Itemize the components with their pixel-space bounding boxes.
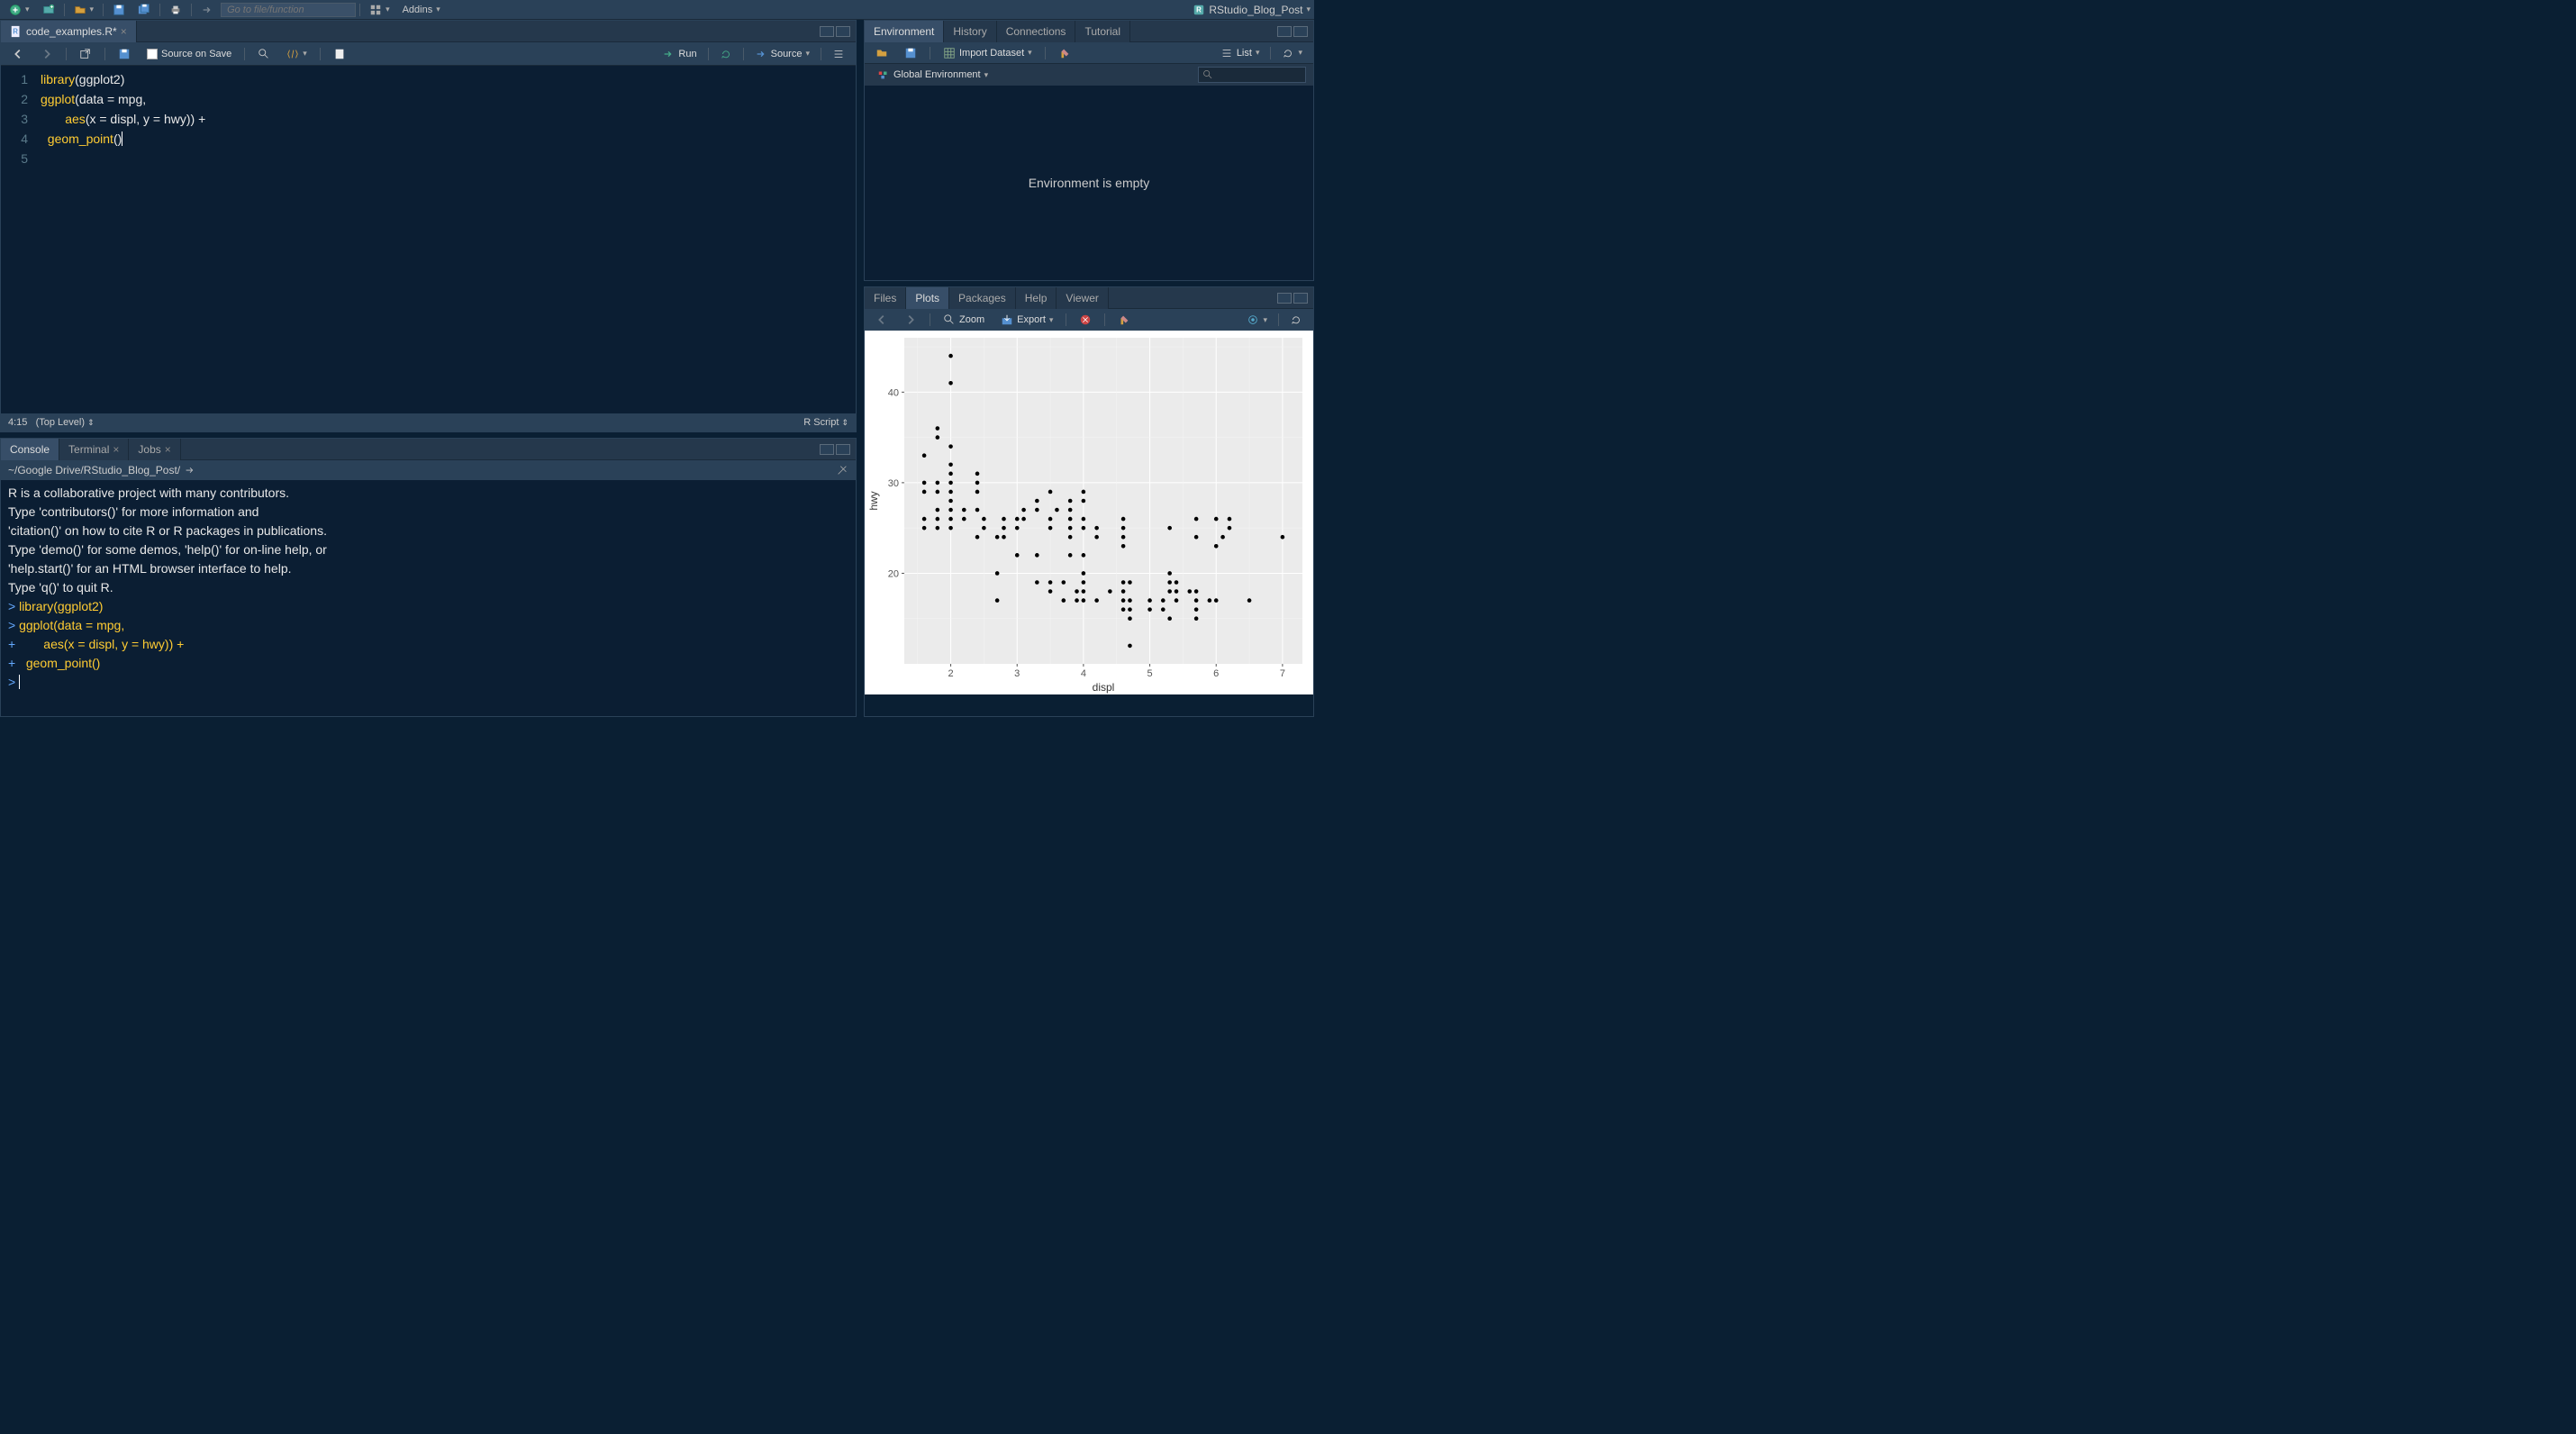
svg-text:7: 7 bbox=[1280, 668, 1285, 679]
goto-wd-icon[interactable] bbox=[184, 464, 196, 476]
svg-text:20: 20 bbox=[888, 568, 899, 579]
save-source-button[interactable] bbox=[113, 46, 136, 62]
tab-console[interactable]: Console bbox=[1, 439, 59, 460]
next-plot-button[interactable] bbox=[899, 312, 922, 328]
source-pane: R code_examples.R* × Source on Save bbox=[0, 20, 857, 432]
tab-history[interactable]: History bbox=[944, 21, 996, 42]
maximize-button[interactable] bbox=[1293, 26, 1308, 37]
source-tab[interactable]: R code_examples.R* × bbox=[1, 21, 137, 42]
env-scope-bar: Global Environment ▾ bbox=[865, 64, 1313, 86]
environment-pane: Environment History Connections Tutorial… bbox=[864, 20, 1314, 281]
addins-button[interactable]: Addins ▾ bbox=[397, 2, 446, 18]
goto-input[interactable] bbox=[221, 3, 356, 17]
console-path: ~/Google Drive/RStudio_Blog_Post/ bbox=[1, 460, 856, 480]
tab-connections[interactable]: Connections bbox=[997, 21, 1076, 42]
svg-text:5: 5 bbox=[1147, 668, 1153, 679]
rerun-button[interactable] bbox=[714, 46, 738, 62]
source-tabbar: R code_examples.R* × bbox=[1, 21, 856, 42]
svg-text:2: 2 bbox=[948, 668, 954, 679]
env-search[interactable] bbox=[1198, 67, 1306, 83]
cursor-position: 4:15 bbox=[8, 417, 27, 428]
tab-terminal[interactable]: Terminal × bbox=[59, 439, 129, 460]
maximize-button[interactable] bbox=[836, 444, 850, 455]
source-button[interactable]: Source ▾ bbox=[749, 46, 815, 62]
scope-label[interactable]: (Top Level) bbox=[36, 417, 85, 428]
close-tab-icon[interactable]: × bbox=[121, 25, 127, 38]
list-view-button[interactable]: List ▾ bbox=[1215, 45, 1265, 61]
project-menu[interactable]: R RStudio_Blog_Post ▾ bbox=[1193, 4, 1311, 16]
find-button[interactable] bbox=[252, 46, 276, 62]
svg-text:3: 3 bbox=[1014, 668, 1020, 679]
tab-help[interactable]: Help bbox=[1016, 287, 1057, 309]
publish-plot-button[interactable]: ▾ bbox=[1241, 312, 1273, 328]
forward-button[interactable] bbox=[35, 46, 59, 62]
compile-report-button[interactable] bbox=[328, 46, 351, 62]
rscript-icon: R bbox=[10, 25, 23, 38]
code-editor[interactable]: 12345 library(ggplot2) ggplot(data = mpg… bbox=[1, 66, 856, 413]
tab-tutorial[interactable]: Tutorial bbox=[1075, 21, 1130, 42]
console-tabbar: Console Terminal × Jobs × bbox=[1, 439, 856, 460]
plot-canvas: 2 3 4 5 6 7 20 30 40 displ hwy bbox=[865, 331, 1313, 694]
lang-label[interactable]: R Script bbox=[803, 417, 839, 428]
zoom-button[interactable]: Zoom bbox=[938, 312, 990, 328]
source-statusbar: 4:15 (Top Level) ⇕ R Script ⇕ bbox=[1, 413, 856, 431]
env-body: Environment is empty bbox=[865, 86, 1313, 280]
tab-packages[interactable]: Packages bbox=[949, 287, 1016, 309]
import-dataset-button[interactable]: Import Dataset ▾ bbox=[938, 45, 1038, 61]
export-button[interactable]: Export ▾ bbox=[995, 312, 1058, 328]
save-workspace-button[interactable] bbox=[899, 45, 922, 61]
minimize-button[interactable] bbox=[1277, 26, 1292, 37]
main-toolbar: ▾ ▾ ▾ Addins ▾ R RStudio_Blog_Post ▾ bbox=[0, 0, 1314, 20]
tab-viewer[interactable]: Viewer bbox=[1057, 287, 1108, 309]
tab-jobs[interactable]: Jobs × bbox=[129, 439, 180, 460]
goto-button[interactable] bbox=[195, 2, 219, 18]
show-in-new-window-button[interactable] bbox=[74, 46, 97, 62]
tab-files[interactable]: Files bbox=[865, 287, 906, 309]
source-tab-label: code_examples.R* bbox=[26, 25, 117, 38]
svg-text:4: 4 bbox=[1081, 668, 1086, 679]
load-workspace-button[interactable] bbox=[870, 45, 893, 61]
minimize-button[interactable] bbox=[820, 444, 834, 455]
maximize-button[interactable] bbox=[1293, 293, 1308, 304]
print-button[interactable] bbox=[164, 2, 187, 18]
save-all-button[interactable] bbox=[132, 2, 156, 18]
maximize-button[interactable] bbox=[836, 26, 850, 37]
refresh-plot-button[interactable] bbox=[1284, 312, 1308, 328]
minimize-button[interactable] bbox=[820, 26, 834, 37]
clear-console-icon[interactable] bbox=[836, 464, 848, 476]
svg-text:displ: displ bbox=[1093, 681, 1115, 694]
back-button[interactable] bbox=[6, 46, 30, 62]
prev-plot-button[interactable] bbox=[870, 312, 893, 328]
tab-environment[interactable]: Environment bbox=[865, 21, 944, 42]
console-output[interactable]: R is a collaborative project with many c… bbox=[1, 480, 856, 716]
remove-plot-button[interactable] bbox=[1074, 312, 1097, 328]
svg-text:6: 6 bbox=[1213, 668, 1219, 679]
plot-toolbar: Zoom Export ▾ ▾ bbox=[865, 309, 1313, 331]
outline-button[interactable] bbox=[827, 46, 850, 62]
svg-text:R: R bbox=[1197, 5, 1202, 14]
clear-env-button[interactable] bbox=[1053, 45, 1076, 61]
save-button[interactable] bbox=[107, 2, 131, 18]
svg-text:hwy: hwy bbox=[867, 491, 880, 510]
refresh-env-button[interactable]: ▾ bbox=[1276, 45, 1308, 61]
svg-text:40: 40 bbox=[888, 387, 899, 398]
plots-pane: Files Plots Packages Help Viewer Zoom Ex… bbox=[864, 286, 1314, 717]
env-toolbar: Import Dataset ▾ List ▾ ▾ bbox=[865, 42, 1313, 64]
run-button[interactable]: Run bbox=[657, 46, 702, 62]
console-pane: Console Terminal × Jobs × ~/Google Drive… bbox=[0, 438, 857, 717]
new-project-button[interactable] bbox=[37, 2, 60, 18]
tab-plots[interactable]: Plots bbox=[906, 287, 949, 309]
clear-plots-button[interactable] bbox=[1112, 312, 1136, 328]
svg-text:R: R bbox=[13, 27, 18, 35]
new-file-button[interactable]: ▾ bbox=[4, 2, 35, 18]
open-file-button[interactable]: ▾ bbox=[68, 2, 100, 18]
scope-selector[interactable]: Global Environment ▾ bbox=[872, 67, 993, 83]
panes-button[interactable]: ▾ bbox=[364, 2, 395, 18]
minimize-button[interactable] bbox=[1277, 293, 1292, 304]
source-toolbar: Source on Save ▾ Run Source ▾ bbox=[1, 42, 856, 66]
source-on-save-check[interactable]: Source on Save bbox=[141, 47, 237, 61]
svg-text:30: 30 bbox=[888, 478, 899, 489]
code-tools-button[interactable]: ▾ bbox=[281, 46, 313, 62]
